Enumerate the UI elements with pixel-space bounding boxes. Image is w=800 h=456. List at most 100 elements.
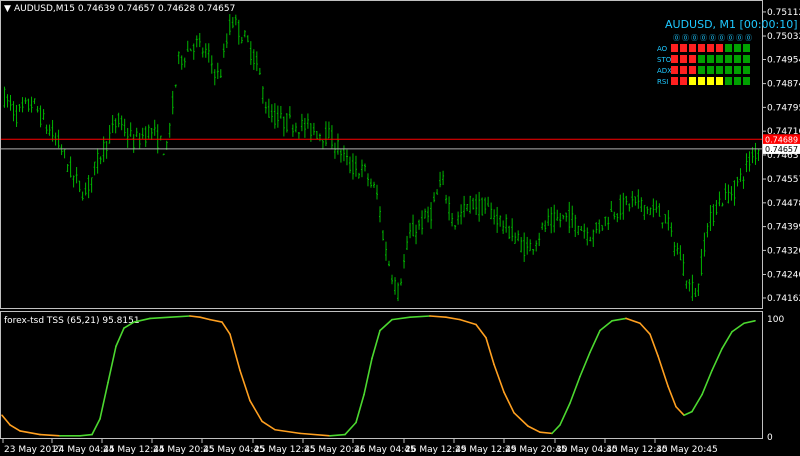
signal-cell	[689, 66, 696, 74]
price-label: 0.75032	[767, 32, 800, 42]
tss-segment	[459, 318, 477, 326]
tss-segment	[493, 363, 505, 394]
tss-segment	[261, 420, 276, 431]
tss-segment	[169, 315, 191, 319]
signal-cell	[743, 44, 750, 52]
price-label: 0.74240	[767, 270, 800, 280]
signal-row-label: ADX	[657, 67, 672, 75]
signal-cell	[734, 44, 741, 52]
tss-segment	[9, 424, 21, 432]
signal-cell	[680, 44, 687, 52]
current-price-tag: 0.74657	[763, 143, 800, 154]
signal-cell	[689, 77, 696, 85]
timeframe-circle: ⓪	[745, 34, 752, 42]
tss-segment	[1, 414, 11, 426]
signal-cell	[698, 77, 705, 85]
tss-segment	[743, 320, 756, 325]
timeframe-circle: ⓪	[691, 34, 698, 42]
tss-segment	[559, 402, 571, 426]
tss-segment	[189, 315, 201, 319]
signal-cell	[698, 66, 705, 74]
timeframe-circle: ⓪	[709, 34, 716, 42]
signal-cell	[743, 77, 750, 85]
trading-chart[interactable]: ▼ AUDUSD,M15 0.74639 0.74657 0.74628 0.7…	[0, 0, 800, 456]
tss-indicator-line	[1, 315, 756, 437]
tss-segment	[701, 369, 713, 396]
dashboard-title: AUDUSD, M1 [00:00:10]	[665, 18, 798, 31]
timeframe-circle: ⓪	[718, 34, 725, 42]
svg-text:0.74689: 0.74689	[765, 135, 798, 144]
indicator-dashboard: AUDUSD, M1 [00:00:10] ⓪⓪⓪⓪⓪⓪⓪⓪⓪ AOSTOADX…	[657, 18, 798, 86]
timeframe-circle: ⓪	[673, 34, 680, 42]
timeframe-circle: ⓪	[700, 34, 707, 42]
signal-cell	[707, 55, 714, 63]
timeframe-circle: ⓪	[682, 34, 689, 42]
price-axis: 0.751120.750320.749540.748740.747950.747…	[762, 8, 800, 304]
tss-segment	[683, 410, 693, 417]
signal-cell	[725, 55, 732, 63]
signal-cell	[698, 55, 705, 63]
signal-cell	[698, 44, 705, 52]
svg-text:0.74657: 0.74657	[765, 145, 798, 154]
signal-cell	[707, 77, 714, 85]
signal-cell	[743, 55, 750, 63]
price-label: 0.74795	[767, 103, 800, 113]
tss-segment	[239, 369, 251, 402]
tss-segment	[667, 385, 677, 408]
tss-segment	[329, 433, 346, 437]
price-label: 0.74399	[767, 223, 800, 233]
price-label: 0.74320	[767, 246, 800, 256]
signal-cell	[671, 77, 678, 85]
tss-segment	[527, 425, 541, 433]
tss-segment	[539, 431, 553, 435]
signal-cell	[716, 44, 723, 52]
signal-cell	[743, 66, 750, 74]
tss-segment	[344, 421, 357, 436]
price-label: 0.75112	[767, 8, 800, 18]
signal-cell	[716, 66, 723, 74]
timeframe-circle: ⓪	[727, 34, 734, 42]
tss-segment	[79, 433, 93, 437]
tss-segment	[209, 318, 223, 323]
tss-segment	[711, 347, 723, 372]
price-label: 0.74478	[767, 199, 800, 209]
tss-segment	[19, 430, 41, 436]
signal-cell	[734, 66, 741, 74]
signal-cell	[671, 55, 678, 63]
red-line-price-tag: 0.74689	[763, 134, 800, 145]
tss-segment	[99, 381, 109, 420]
tss-segment	[409, 315, 431, 319]
timeframe-circles: ⓪⓪⓪⓪⓪⓪⓪⓪⓪	[673, 34, 752, 42]
tss-segment	[445, 316, 461, 321]
symbol-header: AUDUSD,M15 0.74639 0.74657 0.74628 0.746…	[14, 4, 235, 14]
signal-cell	[716, 55, 723, 63]
tss-segment	[721, 330, 733, 350]
tss-segment	[691, 393, 703, 413]
price-label: 0.74557	[767, 175, 800, 185]
signal-cell	[716, 77, 723, 85]
price-label: 0.74954	[767, 56, 800, 66]
tss-segment	[485, 336, 495, 366]
signal-cell	[680, 55, 687, 63]
tss-segment	[731, 322, 745, 333]
tss-segment	[199, 316, 211, 321]
tss-segment	[475, 323, 487, 339]
tss-segment	[503, 391, 515, 414]
tss-segment	[249, 399, 263, 423]
signal-cell	[680, 66, 687, 74]
signal-row-label: RSI	[657, 78, 668, 86]
dropdown-icon[interactable]: ▼	[4, 4, 11, 14]
signal-cell	[725, 44, 732, 52]
tss-segment	[149, 316, 171, 320]
signal-cell	[680, 77, 687, 85]
tss-segment	[371, 329, 381, 360]
time-axis: 23 May 201724 May 04:4524 May 12:4524 Ma…	[2, 439, 718, 455]
tss-segment	[513, 411, 529, 427]
signal-cell	[689, 55, 696, 63]
tss-segment	[115, 327, 125, 348]
indicator-scale-bottom: 0	[767, 433, 773, 443]
signal-cell	[734, 77, 741, 85]
signal-cell	[689, 44, 696, 52]
tss-segment	[675, 405, 685, 417]
signal-cell	[671, 44, 678, 52]
